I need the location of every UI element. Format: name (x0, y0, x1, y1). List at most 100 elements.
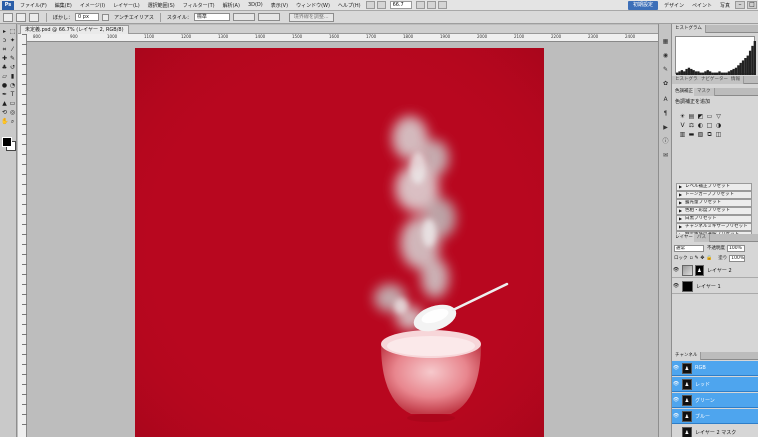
visibility-eye-icon[interactable]: 👁 (672, 283, 680, 289)
workspace-design[interactable]: デザイン (660, 2, 688, 9)
vibrance-icon[interactable]: ▽ (714, 112, 723, 121)
channel-name[interactable]: グリーン (695, 397, 715, 404)
feather-input[interactable]: 0 px (75, 13, 100, 21)
channel-row-blue[interactable]: 👁 ♟ ブルー (672, 409, 758, 424)
layer-name[interactable]: レイヤー 2 (707, 267, 732, 274)
menu-view[interactable]: 表示(V) (267, 2, 292, 9)
menu-layer[interactable]: レイヤー(L) (109, 2, 144, 9)
tab-masks[interactable]: マスク (694, 88, 715, 96)
canvas-workspace[interactable] (27, 42, 658, 437)
foreground-color-swatch[interactable] (2, 137, 12, 147)
clone-stamp-icon[interactable]: ♣ (1, 64, 8, 71)
channel-name[interactable]: レッド (695, 381, 710, 388)
posterize-icon[interactable]: ▬ (687, 130, 696, 139)
visibility-eye-icon[interactable]: 👁 (672, 365, 680, 371)
exposure-icon[interactable]: ▭ (705, 112, 714, 121)
clone-source-icon[interactable]: ✿ (662, 80, 669, 87)
zoom-tool-icon[interactable]: ⌕ (9, 118, 16, 125)
paragraph-panel-icon[interactable]: ¶ (662, 110, 669, 117)
add-selection-icon[interactable] (29, 12, 39, 22)
menu-analysis[interactable]: 解析(A) (219, 2, 244, 9)
hand-tool-icon[interactable]: ✋ (1, 118, 8, 125)
blend-mode-select[interactable]: 通常 (674, 244, 704, 252)
channel-row-green[interactable]: 👁 ♟ グリーン (672, 393, 758, 408)
visibility-eye-icon[interactable]: 👁 (672, 397, 680, 403)
preset-exposure[interactable]: 露光量プリセット (676, 199, 752, 207)
bridge-icon[interactable] (365, 1, 375, 9)
history-panel-icon[interactable]: ▦ (662, 38, 669, 45)
character-panel-icon[interactable]: A (662, 96, 669, 103)
photo-filter-icon[interactable]: □ (705, 121, 714, 130)
channel-row-rgb[interactable]: 👁 ♟ RGB (672, 361, 758, 376)
tab-histogram[interactable]: ヒストグラム (672, 25, 706, 33)
minimize-icon[interactable]: – (735, 1, 745, 9)
visibility-eye-icon[interactable]: 👁 (672, 267, 680, 273)
dodge-tool-icon[interactable]: ◔ (9, 82, 16, 89)
visibility-eye-icon[interactable]: 👁 (672, 413, 680, 419)
layer-row-1[interactable]: 👁 レイヤー 1 (672, 279, 758, 294)
menu-file[interactable]: ファイル(F) (16, 2, 51, 9)
blur-tool-icon[interactable]: ● (1, 82, 8, 89)
gradient-tool-icon[interactable]: ▮ (9, 73, 16, 80)
brush-tool-icon[interactable]: ✎ (9, 55, 16, 62)
menu-help[interactable]: ヘルプ(H) (334, 2, 365, 9)
workspace-photography[interactable]: 写真 (716, 2, 734, 9)
move-tool-icon[interactable]: ▸ (1, 28, 8, 35)
menu-3d[interactable]: 3D(D) (244, 2, 267, 8)
eyedropper-icon[interactable]: ⁄ (9, 46, 16, 53)
selective-color-icon[interactable]: ◫ (714, 130, 723, 139)
invert-icon[interactable]: ▥ (678, 130, 687, 139)
minibridge-icon[interactable] (376, 1, 386, 9)
magic-wand-icon[interactable]: ✦ (9, 37, 16, 44)
tab-channels[interactable]: チャンネル (672, 352, 702, 360)
marquee-preset-icon[interactable] (3, 12, 13, 22)
arrange-documents-icon[interactable] (437, 1, 447, 9)
lock-icons[interactable]: ▫ ✎ ✥ 🔒 (690, 255, 713, 261)
hue-saturation-icon[interactable]: V (678, 121, 687, 130)
visibility-eye-icon[interactable]: 👁 (672, 381, 680, 387)
menu-filter[interactable]: フィルター(T) (179, 2, 219, 9)
new-selection-icon[interactable] (16, 12, 26, 22)
menu-select[interactable]: 選択範囲(S) (144, 2, 179, 9)
opacity-field[interactable]: 100% (727, 244, 745, 252)
document-canvas[interactable] (135, 48, 544, 437)
workspace-painting[interactable]: ペイント (688, 2, 716, 9)
refine-edge-button[interactable]: 境界線を調整... (288, 12, 334, 22)
workspace-essentials-button[interactable]: 初期設定 (627, 0, 658, 10)
info-panel-icon[interactable]: ⓘ (662, 138, 669, 145)
notes-panel-icon[interactable]: ✉ (662, 152, 669, 159)
menu-window[interactable]: ウィンドウ(W) (292, 2, 334, 9)
style-select[interactable]: 標準 (193, 13, 230, 21)
levels-icon[interactable]: ▤ (687, 112, 696, 121)
swatches-panel-icon[interactable]: ◉ (662, 52, 669, 59)
channel-mixer-icon[interactable]: ◑ (714, 121, 723, 130)
actions-panel-icon[interactable]: ▶ (662, 124, 669, 131)
channel-name[interactable]: RGB (695, 365, 706, 371)
layer-row-2[interactable]: 👁 ♟ レイヤー 2 (672, 263, 758, 278)
gradient-map-icon[interactable]: ⧉ (705, 130, 714, 139)
menu-edit[interactable]: 編集(E) (51, 2, 76, 9)
document-tab[interactable]: 未定義.psd @ 66.7% (レイヤー 2, RGB/8) (20, 25, 129, 34)
fill-field[interactable]: 100% (729, 254, 746, 262)
color-balance-icon[interactable]: ⚖ (687, 121, 696, 130)
menu-image[interactable]: イメージ(I) (76, 2, 109, 9)
layer-mask-thumbnail[interactable]: ♟ (695, 264, 704, 276)
3d-camera-icon[interactable]: ◎ (9, 109, 16, 116)
channel-name[interactable]: ブルー (695, 413, 710, 420)
height-field[interactable] (257, 13, 280, 21)
history-brush-icon[interactable]: ↺ (9, 64, 16, 71)
rotate-view-icon[interactable] (426, 1, 436, 9)
tab-paths[interactable]: パス (694, 234, 710, 242)
preset-black-white[interactable]: 白黒プリセット (676, 215, 752, 223)
layer-name[interactable]: レイヤー 1 (696, 283, 721, 290)
path-selection-icon[interactable]: ▲ (1, 100, 8, 107)
channel-name[interactable]: レイヤー 2 マスク (695, 429, 736, 436)
marquee-tool-icon[interactable]: ⬚ (9, 28, 16, 35)
tab-navigator[interactable]: ナビゲーター (698, 76, 732, 84)
hand-tool-icon[interactable] (415, 1, 425, 9)
zoom-level-field[interactable]: 66.7 (389, 1, 412, 9)
curves-icon[interactable]: ◩ (696, 112, 705, 121)
eraser-tool-icon[interactable]: ▱ (1, 73, 8, 80)
preset-hue-saturation[interactable]: 色相・彩度プリセット (676, 207, 752, 215)
width-field[interactable] (232, 13, 255, 21)
